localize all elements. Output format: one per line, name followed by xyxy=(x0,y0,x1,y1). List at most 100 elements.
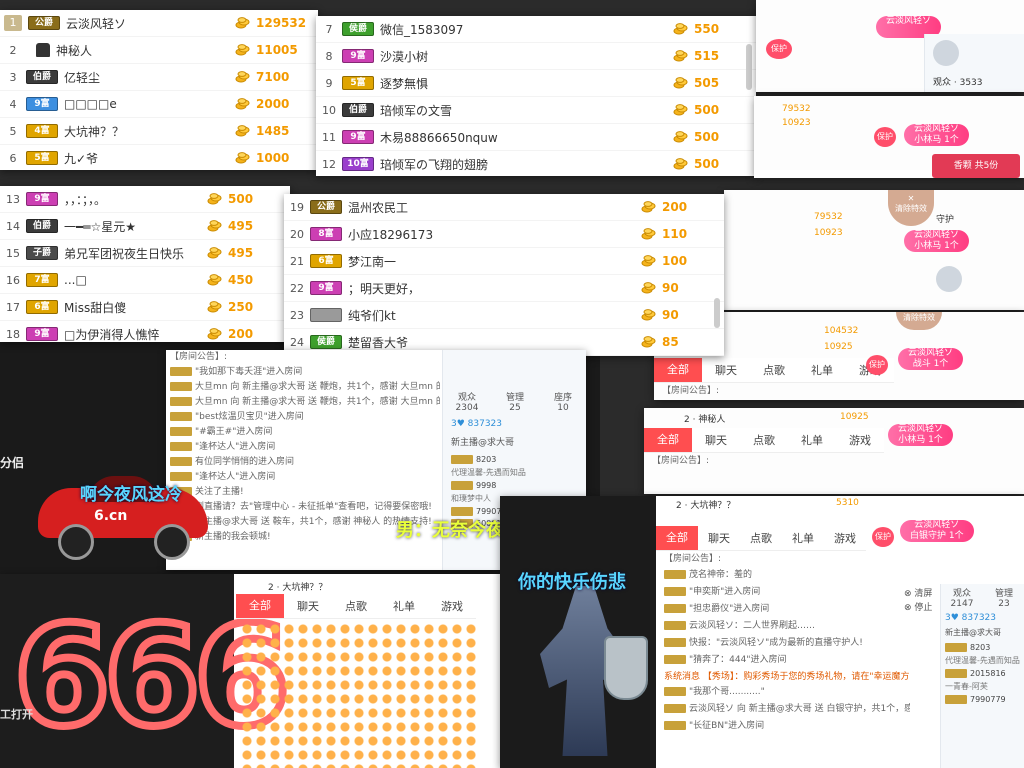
tab-song[interactable]: 点歌 xyxy=(740,432,788,448)
side-user-item[interactable]: 8203 xyxy=(945,643,1021,652)
gold-coin-icon xyxy=(235,125,250,137)
fragrance-promo[interactable]: 香颗 共5份 xyxy=(932,154,1020,178)
rank-row[interactable]: 1 公爵 云淡风轻ソ 129532 xyxy=(0,10,318,37)
tab-song[interactable]: 点歌 xyxy=(740,530,782,546)
rank-row[interactable]: 2 神秘人 11005 xyxy=(0,37,318,64)
tab-song[interactable]: 点歌 xyxy=(750,362,798,378)
user-name[interactable]: 温州农民工 xyxy=(348,199,641,216)
rank-row[interactable]: 15 子爵 弟兄军团祝夜生日快乐 495 xyxy=(0,240,290,267)
user-name[interactable]: 逐梦無惧 xyxy=(380,75,673,92)
user-name[interactable]: □为伊消得人憔悴 xyxy=(64,326,207,343)
user-name[interactable]: 木易88866650nquw xyxy=(380,129,673,146)
user-name[interactable]: 小应18296173 xyxy=(348,226,641,243)
tab-all[interactable]: 全部 xyxy=(656,526,698,550)
rank-row[interactable]: 12 10富 琣倾军の飞翔的翅膀 500 xyxy=(316,151,756,176)
admin-stat[interactable]: 管理 25 xyxy=(491,390,539,413)
tab-chat[interactable]: 聊天 xyxy=(702,362,750,378)
heart-icon[interactable]: 保护 xyxy=(872,527,894,547)
chat-message: 茂名神帝：羞的 xyxy=(660,568,910,585)
tab-game[interactable]: 游戏 xyxy=(824,530,866,546)
rank-row[interactable]: 9 5富 逐梦無惧 505 xyxy=(316,70,756,97)
user-name[interactable]: ，，：；，。 xyxy=(64,191,207,208)
tab-gift[interactable]: 礼单 xyxy=(788,432,836,448)
user-name[interactable]: 梦江南一 xyxy=(348,253,641,270)
viewers-stat[interactable]: 观众 2147 xyxy=(941,586,983,609)
side-user-item[interactable]: 7990779 xyxy=(945,695,1021,704)
rank-row[interactable]: 17 6富 Miss甜白傻 250 xyxy=(0,294,290,321)
host-pill-3[interactable]: 云淡风轻ソ 小林马 1个 xyxy=(904,230,970,252)
tab-gift[interactable]: 礼单 xyxy=(798,362,846,378)
rank-row[interactable]: 10 伯爵 琣倾军の文雪 500 xyxy=(316,97,756,124)
user-name[interactable]: ；明天更好， xyxy=(348,280,641,297)
user-name[interactable]: 大坑神？？ xyxy=(64,123,235,140)
heart-icon[interactable]: 保护 xyxy=(866,355,888,375)
rank-row[interactable]: 20 8富 小应18296173 110 xyxy=(284,221,724,248)
user-name[interactable]: 神秘人 xyxy=(56,42,235,59)
user-name[interactable]: 楚留香大爷 xyxy=(348,334,641,351)
rank-row[interactable]: 11 9富 木易88866650nquw 500 xyxy=(316,124,756,151)
user-name[interactable]: 微信_1583097 xyxy=(380,21,673,38)
guard-stat[interactable]: 座序 10 xyxy=(539,390,586,413)
user-name[interactable]: Miss甜白傻 xyxy=(64,299,207,316)
tab-chat[interactable]: 聊天 xyxy=(692,432,740,448)
tab-chat[interactable]: 聊天 xyxy=(284,598,332,614)
protect-heart-icon[interactable]: 保护 xyxy=(766,39,792,59)
level-badge: 9富 xyxy=(342,49,374,63)
rank-row[interactable]: 7 侯爵 微信_1583097 550 xyxy=(316,16,756,43)
tab-gift[interactable]: 礼单 xyxy=(782,530,824,546)
host-pill-2[interactable]: 云淡风轻ソ 小林马 1个 xyxy=(904,124,970,146)
rank-row[interactable]: 13 9富 ，，：；，。 500 xyxy=(0,186,290,213)
rank-row[interactable]: 16 7富 ...□ 450 xyxy=(0,267,290,294)
rank-row[interactable]: 4 9富 □□□□e 2000 xyxy=(0,91,318,118)
user-name[interactable]: 琣倾军の文雪 xyxy=(380,102,673,119)
rank-row[interactable]: 8 9富 沙漠小树 515 xyxy=(316,43,756,70)
host-pill-5[interactable]: 云淡风轻ソ 小林马 1个 xyxy=(888,424,954,446)
user-name[interactable]: 琣倾军の飞翔的翅膀 xyxy=(380,156,673,173)
tab-game[interactable]: 游戏 xyxy=(836,432,884,448)
rank-row[interactable]: 21 6富 梦江南一 100 xyxy=(284,248,724,275)
side-user-item[interactable]: 2015816 xyxy=(945,669,1021,678)
tab-chat[interactable]: 聊天 xyxy=(698,530,740,546)
user-name[interactable]: 纯爷们kt xyxy=(348,307,641,324)
user-name[interactable]: 弟兄军团祝夜生日快乐 xyxy=(64,245,207,262)
tab-all[interactable]: 全部 xyxy=(236,594,284,618)
rank-row[interactable]: 3 伯爵 亿轻尘 7100 xyxy=(0,64,318,91)
user-name[interactable]: 九✓爷 xyxy=(64,150,235,167)
user-tag-icon xyxy=(451,455,473,464)
tab-all[interactable]: 全部 xyxy=(644,428,692,452)
user-name[interactable]: 云淡风轻ソ xyxy=(66,15,235,32)
rank-row[interactable]: 19 公爵 温州农民工 200 xyxy=(284,194,724,221)
side-user-item[interactable]: 9998 xyxy=(451,481,579,490)
admin-stat[interactable]: 管理 23 xyxy=(983,586,1024,609)
host-pill-4[interactable]: 云淡风轻ソ 战斗 1个 xyxy=(898,348,964,370)
rank-row[interactable]: 22 9富 ；明天更好， 90 xyxy=(284,275,724,302)
rank-row[interactable]: 5 4富 大坑神？？ 1485 xyxy=(0,118,318,145)
rank-panel-b-scrollbar[interactable] xyxy=(746,44,752,90)
tab-all[interactable]: 全部 xyxy=(654,358,702,382)
host-pill-6[interactable]: 云淡风轻ソ 白银守护 1个 xyxy=(900,520,974,542)
clear-screen-button[interactable]: ⊗ 清屏 xyxy=(904,586,932,599)
user-name[interactable]: 一━═☆星元★ xyxy=(64,218,207,235)
rank-panel-d-scrollbar[interactable] xyxy=(714,298,720,328)
rank-row[interactable]: 14 伯爵 一━═☆星元★ 495 xyxy=(0,213,290,240)
user-name[interactable]: 亿轻尘 xyxy=(64,69,235,86)
user-name[interactable]: 沙漠小树 xyxy=(380,48,673,65)
tab-gift[interactable]: 礼单 xyxy=(380,598,428,614)
user-name[interactable]: ...□ xyxy=(64,273,207,287)
viewers-stat[interactable]: 观众 2304 xyxy=(443,390,491,413)
tab-game[interactable]: 游戏 xyxy=(428,598,476,614)
rank-row[interactable]: 18 9富 □为伊消得人憔悴 200 xyxy=(0,321,290,342)
host-pill-4-sub: 战斗 1个 xyxy=(912,359,949,369)
emoji-flood xyxy=(240,622,480,768)
rank-row[interactable]: 23 纯爷们kt 90 xyxy=(284,302,724,329)
heart-icon[interactable]: 保护 xyxy=(874,127,896,147)
chat-message-text: 大旦mn 向 新主播@求大哥 送 鞭炮，共1个，感谢 大旦mn 的热情支持! xyxy=(195,382,440,392)
clear-effects-button[interactable]: ✕ 清除特效 xyxy=(888,190,934,226)
stop-button[interactable]: ⊗ 停止 xyxy=(904,600,932,613)
clear-effects-button-2[interactable]: 清除特效 xyxy=(896,312,942,330)
user-name[interactable]: □□□□e xyxy=(64,97,235,111)
side-user-item[interactable]: 8203 xyxy=(451,455,579,464)
notice-line: 【房间公告】: xyxy=(170,352,228,362)
rank-row[interactable]: 6 5富 九✓爷 1000 xyxy=(0,145,318,170)
tab-song[interactable]: 点歌 xyxy=(332,598,380,614)
